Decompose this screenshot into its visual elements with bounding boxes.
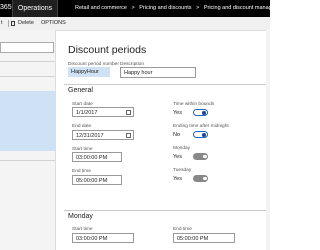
action-pane: t Delete OPTIONS (0, 17, 270, 31)
time-within-bounds-value: Yes (173, 110, 182, 116)
time-within-bounds-toggle[interactable] (193, 109, 208, 116)
list-divider (0, 160, 55, 161)
app-name-suffix: 365 (0, 4, 12, 11)
toggle-knob (203, 176, 207, 180)
options-button[interactable]: OPTIONS (41, 20, 66, 26)
tuesday-label: Tuesday (173, 168, 192, 173)
ending-time-after-midnight-toggle[interactable] (193, 131, 208, 138)
general-section-divider (64, 84, 270, 85)
delete-button[interactable]: Delete (18, 20, 34, 26)
breadcrumb-pricing-management[interactable]: Pricing and discount managem (204, 5, 280, 11)
breadcrumb-separator: > (196, 5, 200, 11)
list-pane (0, 30, 56, 250)
start-time-field[interactable]: 03:00:00 PM (72, 152, 122, 162)
time-within-bounds-label: Time within bounds (173, 102, 215, 107)
monday-toggle[interactable] (193, 153, 208, 160)
breadcrumb: Retail and commerce > Pricing and discou… (75, 5, 282, 11)
end-time-field[interactable]: 05:00:00 PM (72, 175, 122, 185)
list-divider (0, 61, 55, 62)
ending-time-after-midnight-label: Ending time after midnight (173, 124, 229, 129)
toolbar-item-partial[interactable]: t (1, 20, 3, 26)
tuesday-toggle[interactable] (193, 175, 208, 182)
monday-value: Yes (173, 154, 182, 160)
toggle-knob (202, 111, 206, 115)
monday-end-time-label: End time (173, 227, 192, 232)
description-field[interactable]: Happy hour (120, 67, 196, 78)
start-date-field[interactable]: 1/1/2017 (72, 107, 134, 117)
module-name[interactable]: Operations (12, 0, 58, 17)
ending-time-after-midnight-value: No (173, 132, 181, 138)
calendar-icon[interactable] (126, 133, 131, 138)
toggle-knob (203, 154, 207, 158)
start-date-value: 1/1/2017 (76, 110, 98, 116)
monday-label: Monday (173, 146, 191, 151)
top-navigation-bar: 365 Operations Retail and commerce > Pri… (0, 0, 279, 17)
end-date-field[interactable]: 12/31/2017 (72, 130, 134, 140)
end-date-label: End date (72, 124, 92, 129)
delete-icon[interactable] (11, 21, 15, 26)
breadcrumb-retail[interactable]: Retail and commerce (75, 5, 127, 11)
monday-section-title[interactable]: Monday (68, 213, 93, 220)
calendar-icon[interactable] (126, 110, 131, 115)
page-title: Discount periods (68, 44, 147, 56)
end-time-label: End time (72, 169, 91, 174)
tuesday-value: Yes (173, 176, 182, 182)
period-number-field[interactable]: HappyHour (68, 67, 110, 77)
toggle-knob (202, 133, 206, 137)
monday-start-time-field[interactable]: 03:00:00 PM (72, 233, 134, 243)
list-divider (0, 76, 55, 77)
list-item-selected[interactable] (0, 91, 55, 151)
toolbar-divider (8, 20, 9, 27)
details-pane: Discount periods Discount period number … (60, 30, 270, 250)
monday-start-time-label: Start time (72, 227, 93, 232)
filter-input[interactable] (0, 42, 54, 53)
breadcrumb-separator: > (131, 5, 135, 11)
breadcrumb-pricing[interactable]: Pricing and discounts (139, 5, 191, 11)
vertical-scrollbar[interactable] (266, 30, 270, 250)
end-date-value: 12/31/2017 (76, 133, 104, 139)
monday-section-divider (64, 210, 270, 211)
monday-end-time-field[interactable]: 05:00:00 PM (173, 233, 235, 243)
general-section-title[interactable]: General (68, 87, 93, 94)
